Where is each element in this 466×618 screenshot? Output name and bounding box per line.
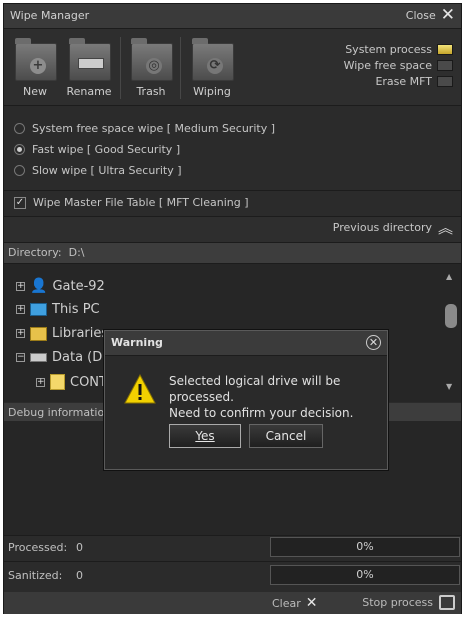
wipe-icon: ⟳ xyxy=(190,38,234,81)
scroll-up-icon[interactable]: ▲ xyxy=(446,272,452,281)
folder-plus-icon: + xyxy=(13,38,57,81)
window-title: Wipe Manager xyxy=(10,9,90,22)
clear-icon: ✕ xyxy=(305,595,318,611)
warning-icon xyxy=(124,373,156,404)
mft-checkbox[interactable]: ✓ Wipe Master File Table [ MFT Cleaning ] xyxy=(14,196,249,209)
bottom-bar: Clear ✕ Stop process xyxy=(4,592,461,614)
new-button[interactable]: + New xyxy=(8,38,62,98)
stop-process-button[interactable]: Stop process xyxy=(362,595,455,610)
scroll-thumb[interactable] xyxy=(445,304,457,328)
wipe-options: System free space wipe [ Medium Security… xyxy=(4,106,461,191)
title-bar: Wipe Manager Close ✕ xyxy=(4,4,461,29)
dialog-title: Warning xyxy=(111,336,163,349)
dialog-close-icon[interactable]: ✕ xyxy=(366,335,381,350)
radio-icon xyxy=(14,123,25,134)
processed-row: Processed: 0 0% xyxy=(4,535,461,562)
expand-icon: + xyxy=(16,328,25,338)
expand-icon: + xyxy=(36,376,45,387)
collapse-icon: − xyxy=(16,352,25,362)
status-led-icon xyxy=(437,43,453,55)
library-icon xyxy=(30,326,47,341)
new-label: New xyxy=(23,85,47,98)
toolbar: + New Rename ◎ Trash ⟳ Wiping System pro… xyxy=(4,29,461,106)
previous-directory-button[interactable]: Previous directory ︽ xyxy=(333,218,453,237)
trash-button[interactable]: ◎ Trash xyxy=(124,38,178,98)
folder-rename-icon xyxy=(67,38,111,81)
wipe-manager-window: Wipe Manager Close ✕ + New Rename ◎ Tras… xyxy=(3,3,462,614)
expand-icon: + xyxy=(16,304,25,314)
close-button[interactable]: Close ✕ xyxy=(405,5,455,25)
sanitized-row: Sanitized: 0 0% xyxy=(4,563,461,589)
tree-node-this-pc[interactable]: + This PC xyxy=(16,302,100,317)
tree-node-cont[interactable]: + CONT xyxy=(36,374,107,390)
sanitized-progress-bar: 0% xyxy=(270,565,460,585)
rename-label: Rename xyxy=(66,85,112,98)
cancel-button[interactable]: Cancel xyxy=(249,424,323,448)
tree-node-data-d[interactable]: − Data (D:) xyxy=(16,350,112,365)
trash-icon: ◎ xyxy=(129,38,173,81)
processed-progress-bar: 0% xyxy=(270,537,460,557)
user-icon: 👤 xyxy=(30,278,48,294)
option-fast-wipe[interactable]: Fast wipe [ Good Security ] xyxy=(14,143,180,156)
tree-node-libraries[interactable]: + Libraries xyxy=(16,326,108,341)
status-erase-mft: Erase MFT xyxy=(344,73,453,89)
wiping-label: Wiping xyxy=(193,85,231,98)
radio-checked-icon xyxy=(14,144,25,155)
clear-button[interactable]: Clear ✕ xyxy=(272,595,318,611)
close-label: Close xyxy=(405,8,436,22)
directory-path: Directory: D:\ xyxy=(8,246,85,259)
radio-icon xyxy=(14,165,25,176)
folder-icon xyxy=(50,374,65,390)
mft-section: ✓ Wipe Master File Table [ MFT Cleaning ] xyxy=(4,190,461,217)
status-led-icon xyxy=(437,75,453,87)
rename-button[interactable]: Rename xyxy=(62,38,116,98)
dialog-title-bar: Warning ✕ xyxy=(105,331,387,356)
toolbar-divider xyxy=(120,37,121,99)
process-status-panel: System process Wipe free space Erase MFT xyxy=(344,41,453,89)
trash-label: Trash xyxy=(136,85,166,98)
directory-bar: Directory: D:\ xyxy=(4,243,461,264)
drive-icon xyxy=(30,353,47,362)
dialog-message: Selected logical drive will be processed… xyxy=(169,374,354,420)
warning-dialog: Warning ✕ Selected logical drive will be… xyxy=(104,330,388,470)
expand-icon: + xyxy=(16,280,25,291)
status-system-process: System process xyxy=(344,41,453,57)
tree-node-gate92[interactable]: + 👤 Gate-92 xyxy=(16,278,105,294)
yes-button[interactable]: Yes xyxy=(169,424,241,448)
wiping-button[interactable]: ⟳ Wiping xyxy=(185,38,239,98)
scroll-down-icon[interactable]: ▼ xyxy=(446,382,452,391)
option-system-free-space[interactable]: System free space wipe [ Medium Security… xyxy=(14,122,275,135)
checkbox-checked-icon: ✓ xyxy=(14,196,26,209)
chevron-up-double-icon: ︽ xyxy=(437,218,453,237)
close-icon: ✕ xyxy=(440,5,455,25)
status-wipe-free-space: Wipe free space xyxy=(344,57,453,73)
tree-scrollbar[interactable]: ▲ ▼ xyxy=(445,272,457,392)
previous-directory-bar: Previous directory ︽ xyxy=(4,217,461,243)
status-led-icon xyxy=(437,59,453,71)
toolbar-divider xyxy=(180,37,181,99)
option-slow-wipe[interactable]: Slow wipe [ Ultra Security ] xyxy=(14,164,182,177)
stop-icon xyxy=(439,595,455,610)
computer-icon xyxy=(30,303,47,316)
